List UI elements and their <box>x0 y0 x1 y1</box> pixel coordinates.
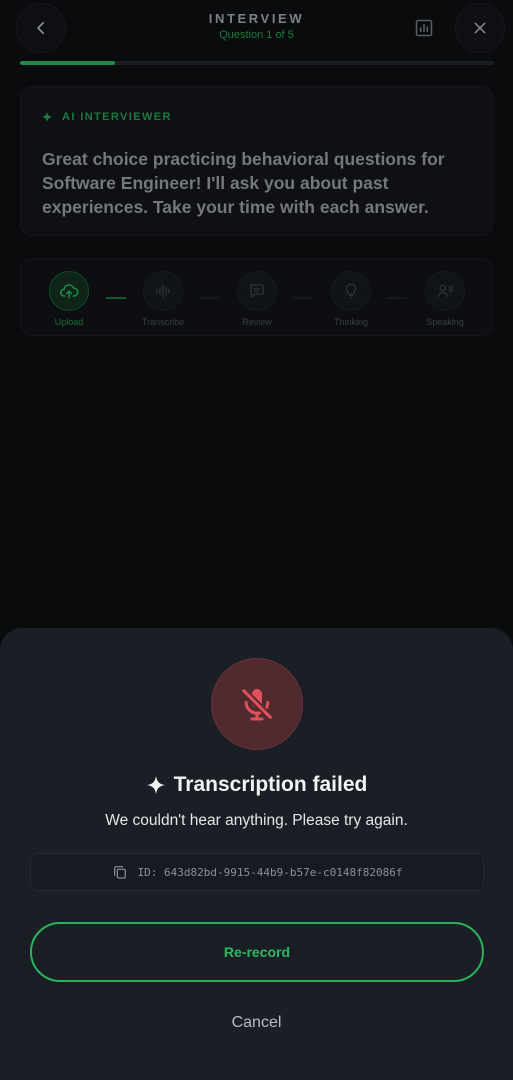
close-icon <box>474 22 486 34</box>
step-upload-icon-wrap <box>49 271 89 311</box>
rerecord-button[interactable]: Re-record <box>30 922 484 982</box>
error-id-text: ID: 643d82bd-9915-44b9-b57e-c0148f82086f <box>137 865 403 879</box>
lightbulb-icon <box>345 283 357 299</box>
step-label: Speaking <box>426 317 464 327</box>
sparkle-icon <box>146 775 165 795</box>
copy-icon[interactable] <box>112 864 128 880</box>
error-id-box[interactable]: ID: 643d82bd-9915-44b9-b57e-c0148f82086f <box>30 853 484 891</box>
ai-interviewer-card: AI INTERVIEWER Great choice practicing b… <box>20 86 493 236</box>
interview-screen: INTERVIEW Question 1 of 5 AI INTERVIEWER… <box>0 0 513 1080</box>
cancel-button[interactable]: Cancel <box>0 1014 513 1032</box>
step-transcribe: Transcribe <box>123 271 203 327</box>
error-message: We couldn't hear anything. Please try ag… <box>105 812 408 829</box>
cloud-upload-icon <box>60 284 79 299</box>
pipeline-steps: Upload Transcribe Review Thinking Speaki… <box>20 258 493 336</box>
waveform-icon <box>156 284 170 298</box>
step-review-icon-wrap <box>237 271 277 311</box>
ai-label-text: AI INTERVIEWER <box>62 111 172 123</box>
step-label: Thinking <box>333 317 369 327</box>
step-label: Upload <box>54 317 84 327</box>
mic-status-badge <box>211 658 303 750</box>
header: INTERVIEW Question 1 of 5 <box>0 0 513 70</box>
step-review: Review <box>217 271 297 327</box>
step-thinking: Thinking <box>311 271 391 327</box>
step-thinking-icon-wrap <box>331 271 371 311</box>
progress-bar <box>20 61 494 65</box>
step-speaking-icon-wrap <box>425 271 465 311</box>
chat-review-icon <box>250 284 264 298</box>
close-button[interactable] <box>455 3 505 53</box>
stats-button[interactable] <box>408 12 440 44</box>
step-label: Review <box>242 317 272 327</box>
chart-icon <box>415 19 433 37</box>
step-upload: Upload <box>29 271 109 327</box>
error-title: Transcription failed <box>0 773 513 797</box>
error-title-text: Transcription failed <box>173 773 368 796</box>
progress-fill <box>20 61 115 65</box>
ai-message: Great choice practicing behavioral quest… <box>42 149 445 217</box>
step-transcribe-icon-wrap <box>143 271 183 311</box>
speaking-person-icon <box>437 284 453 298</box>
step-label: Transcribe <box>141 317 185 327</box>
ai-interviewer-label: AI INTERVIEWER <box>41 111 172 123</box>
mic-off-icon <box>240 687 274 721</box>
sparkle-icon <box>41 111 53 123</box>
step-speaking: Speaking <box>405 271 485 327</box>
error-bottom-sheet: Transcription failed We couldn't hear an… <box>0 628 513 1080</box>
